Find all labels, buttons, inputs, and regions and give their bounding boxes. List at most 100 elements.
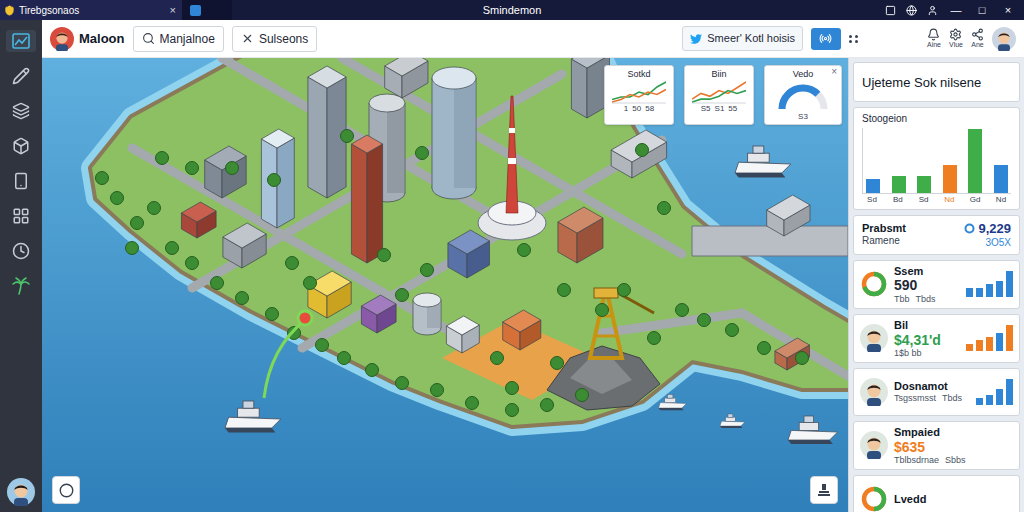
user-badge[interactable]: Maloon [50,27,125,51]
tv-tower [478,96,546,240]
bar [966,288,973,298]
search-icon [142,32,155,45]
sidebar-icon [12,102,30,120]
sidebar [0,20,42,512]
item-title: Lvedd [894,493,1013,506]
map-stat-card[interactable]: Vedo×S3 [764,65,842,125]
sidebar-item[interactable] [6,135,36,157]
mine [547,288,660,410]
building [446,316,479,353]
bar [986,284,993,297]
user-icon[interactable] [927,5,938,16]
globe-icon[interactable] [906,5,917,16]
app-icon [190,5,201,16]
feed-box[interactable]: Smeer' Kotl hoisis [682,26,803,51]
bar [1006,271,1013,297]
sidebar-item[interactable] [6,100,36,122]
sidebar-item[interactable] [6,240,36,262]
map-tool-button[interactable] [810,476,838,504]
sidebar-item[interactable] [6,170,36,192]
round-tower [413,293,441,335]
chart-title: Stoogeion [862,113,1011,125]
building [205,146,247,198]
map-view[interactable]: Sotkd15058BiinS5S155Vedo×S3 [42,58,848,512]
shield-icon [4,5,15,16]
action-icon [927,28,940,41]
item-title: Bil [894,319,960,332]
building [223,223,266,268]
building [361,295,396,333]
tablet-icon[interactable] [885,5,896,16]
building [181,202,216,238]
building [351,135,382,263]
broadcast-icon [819,32,832,45]
map-stat-card[interactable]: Sotkd15058 [604,65,674,125]
map-tool-button[interactable] [52,476,80,504]
more-button[interactable] [849,35,859,43]
line-chart [692,80,746,104]
bar [986,337,993,352]
avatar-icon [860,324,888,352]
mini-bar-chart [966,325,1013,351]
layers-stack-icon [817,483,831,497]
panel-item[interactable]: Ssem590TbbTbds [853,260,1020,309]
bar [976,398,983,405]
avatar-icon [860,378,888,406]
account-avatar[interactable] [992,27,1016,51]
sidebar-item[interactable] [6,30,36,52]
item-detail: 1$b bb [894,348,922,358]
city-map[interactable] [42,58,848,512]
item-detail: Tsgssmsst [894,393,936,403]
browser-tab[interactable] [182,0,232,20]
map-pin-icon[interactable] [298,311,312,325]
sidebar-item[interactable] [6,205,36,227]
panel-header: Ujeteme Sok nilsene [853,62,1020,102]
chart-bar [968,129,982,193]
chart-label: Sd [917,196,931,205]
item-value: $635 [894,439,1013,455]
sidebar-item[interactable] [6,275,36,297]
window-control[interactable]: × [1000,5,1016,16]
bar-chart-card: StoogeionSdBdSdNdGdNd [853,107,1020,210]
bar [976,340,983,351]
avatar-icon [860,431,888,459]
bar [1006,379,1013,405]
chart-label: Gd [968,196,982,205]
sidebar-item[interactable] [6,65,36,87]
right-panel: Ujeteme Sok nilseneStoogeionSdBdSdNdGdNd… [848,58,1024,512]
item-detail: Tbb [894,294,910,304]
filter-button[interactable]: Sulseons [232,26,317,52]
panel-item[interactable]: Bil$4,31'd1$b bb [853,314,1020,363]
toolbar-action[interactable]: Vlue [949,28,963,49]
item-title: Dosnamot [894,380,970,393]
roads [132,58,848,376]
chart-bar [994,165,1008,193]
mini-bar-chart [976,379,1013,405]
broadcast-button[interactable] [811,28,841,50]
close-button[interactable]: × [831,67,837,77]
tab-close-button[interactable]: × [170,2,176,19]
card-title: Vedo [793,69,814,80]
window-control[interactable]: — [948,5,964,16]
panel-item[interactable]: DosnamotTsgssmsstTbds [853,368,1020,416]
building [558,207,603,263]
summary-card[interactable]: PrabsmtRamene9,2293O5X [853,215,1020,255]
avatar-icon [992,27,1016,51]
browser-tab[interactable]: Tirebgsonaos× [0,0,182,20]
map-stat-card[interactable]: BiinS5S155 [684,65,754,125]
panel-item[interactable]: Lvedd [853,475,1020,512]
panel-item[interactable]: Smpaied$635TblbsdrnaeSbbs [853,421,1020,470]
toolbar-action[interactable]: Aine [927,28,941,49]
toolbar-action[interactable]: Ane [971,28,984,49]
trees [96,130,809,417]
action-icon [971,28,984,41]
window-control[interactable]: □ [974,5,990,16]
title-bar: Tirebgsonaos×Smindemon—□× [0,0,1024,20]
map-cards: Sotkd15058BiinS5S155Vedo×S3 [604,65,842,125]
card-title: Sotkd [627,69,650,80]
profile-avatar[interactable] [7,478,35,506]
search-field[interactable]: Manjalnoe [133,26,224,52]
chart-label: Sd [865,196,879,205]
card-title: Biin [711,69,726,80]
sidebar-icon [12,137,30,155]
